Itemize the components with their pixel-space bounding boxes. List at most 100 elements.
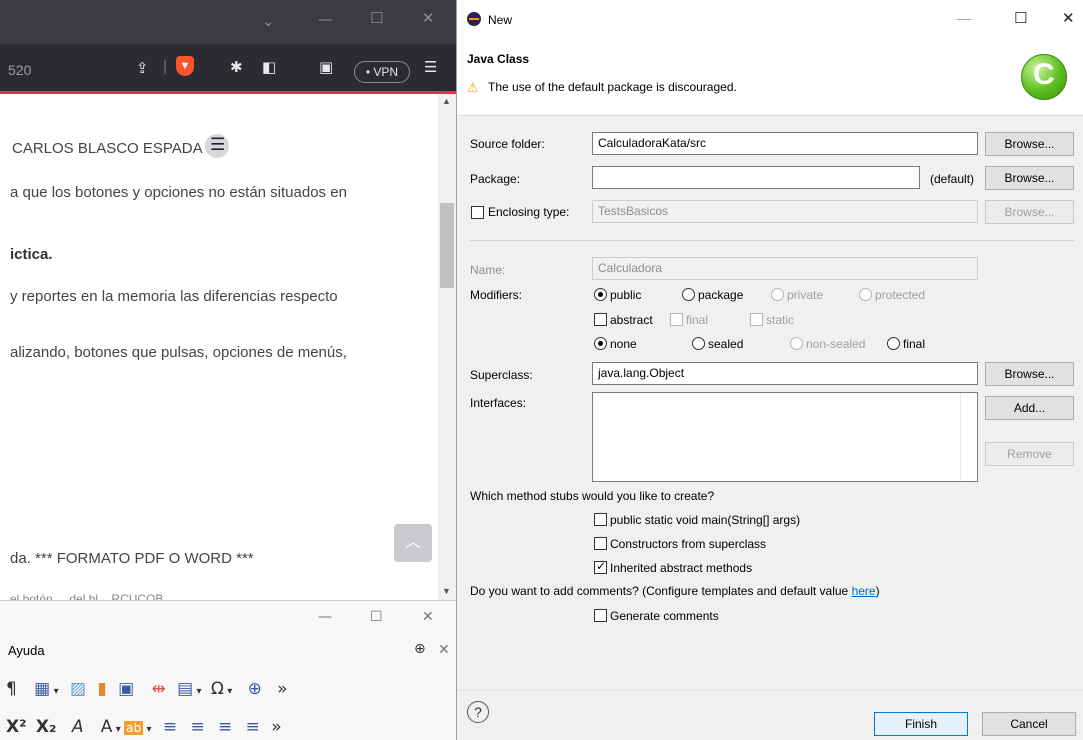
- modifier-final-radio[interactable]: final: [887, 336, 925, 351]
- package-default-label: (default): [930, 172, 975, 186]
- modifier-non-sealed-radio[interactable]: non-sealed: [790, 336, 865, 351]
- package-label: Package:: [470, 172, 521, 186]
- minimize-icon[interactable]: —: [318, 609, 332, 625]
- cancel-button[interactable]: Cancel: [982, 712, 1076, 736]
- enclosing-type-browse-button[interactable]: Browse...: [985, 200, 1074, 224]
- special-character-icon[interactable]: Ω: [211, 679, 224, 699]
- browser-window: ⌄ — ☐ ✕ 520 ⇪ | ▼ ✱ ◧ ▣ • VPN ☰ CARLOS B…: [0, 0, 456, 740]
- scroll-up-icon[interactable]: ▲: [442, 96, 451, 106]
- menu-help[interactable]: Ayuda: [8, 643, 45, 658]
- help-icon[interactable]: ?: [467, 701, 489, 723]
- interfaces-scrollbar[interactable]: [960, 393, 977, 481]
- eclipse-logo-stripe: [469, 18, 479, 20]
- browser-titlebar: ⌄ — ☐ ✕: [0, 0, 456, 44]
- image-icon[interactable]: ▨: [70, 679, 86, 699]
- chevron-down-icon[interactable]: ▾: [146, 724, 151, 735]
- menu-icon[interactable]: ☰: [424, 58, 437, 76]
- superscript-icon[interactable]: X²: [6, 717, 27, 737]
- hyperlink-icon[interactable]: ⊕: [248, 679, 262, 699]
- field-icon[interactable]: ▤: [177, 679, 193, 699]
- maximize-icon[interactable]: ☐: [1014, 9, 1027, 27]
- name-field[interactable]: Calculadora: [592, 257, 978, 280]
- scroll-down-icon[interactable]: ▼: [442, 586, 451, 596]
- modifier-public-radio[interactable]: public: [594, 287, 641, 302]
- name-label: Name:: [470, 263, 506, 277]
- source-folder-browse-button[interactable]: Browse...: [985, 132, 1074, 156]
- share-icon[interactable]: ⇪: [136, 59, 149, 77]
- more-tools-icon[interactable]: »: [271, 717, 281, 737]
- tab-dropdown-icon[interactable]: ⌄: [262, 12, 275, 30]
- justify-icon[interactable]: ≡: [246, 717, 260, 737]
- font-color-icon[interactable]: A: [101, 717, 113, 737]
- page-break-icon[interactable]: ⇹: [151, 679, 165, 699]
- chevron-down-icon[interactable]: ▾: [227, 686, 232, 697]
- new-java-class-dialog: New — ☐ ✕ Java Class ⚠ The use of the de…: [456, 0, 1083, 740]
- remove-interface-button[interactable]: Remove: [985, 442, 1074, 466]
- table-icon[interactable]: ▦: [34, 679, 50, 699]
- stub-main-checkbox[interactable]: public static void main(String[] args): [594, 512, 800, 527]
- package-browse-button[interactable]: Browse...: [985, 166, 1074, 190]
- text-line: ictica.: [10, 246, 53, 263]
- maximize-icon[interactable]: ☐: [370, 9, 383, 27]
- interfaces-list[interactable]: [592, 392, 978, 482]
- enclosing-type-checkbox[interactable]: [471, 206, 484, 219]
- url-bar[interactable]: 520: [8, 62, 31, 78]
- generate-comments-checkbox[interactable]: Generate comments: [594, 608, 719, 623]
- interfaces-label: Interfaces:: [470, 396, 527, 410]
- enclosing-type-field[interactable]: TestsBasicos: [592, 200, 978, 223]
- wallet-icon[interactable]: ▣: [319, 58, 333, 76]
- extensions-icon[interactable]: ✱: [230, 58, 243, 76]
- highlight-icon[interactable]: ab: [124, 721, 144, 735]
- scrollbar-thumb[interactable]: [440, 203, 454, 288]
- superclass-browse-button[interactable]: Browse...: [985, 362, 1074, 386]
- chevron-down-icon[interactable]: ▾: [116, 724, 121, 735]
- align-center-icon[interactable]: ≡: [190, 717, 204, 737]
- back-to-top-button[interactable]: ︿: [394, 524, 432, 562]
- close-icon[interactable]: ✕: [1062, 9, 1075, 27]
- sidebar-icon[interactable]: ◧: [262, 58, 276, 76]
- modifier-protected-radio[interactable]: protected: [859, 287, 925, 302]
- superclass-field[interactable]: java.lang.Object: [592, 362, 978, 385]
- chart-icon[interactable]: ▮: [97, 679, 106, 699]
- package-field[interactable]: [592, 166, 920, 189]
- source-folder-field[interactable]: CalculadoraKata/src: [592, 132, 978, 155]
- close-icon[interactable]: ✕: [422, 609, 434, 625]
- stub-constructors-checkbox[interactable]: Constructors from superclass: [594, 536, 766, 551]
- stub-inherited-abstract-checkbox[interactable]: ✓ Inherited abstract methods: [594, 559, 752, 575]
- align-left-icon[interactable]: ≡: [163, 717, 177, 737]
- vpn-button[interactable]: • VPN: [354, 61, 410, 83]
- modifier-private-radio[interactable]: private: [771, 287, 823, 302]
- dialog-titlebar: New — ☐ ✕: [457, 0, 1083, 40]
- globe-icon[interactable]: ⊕: [414, 641, 426, 657]
- subscript-icon[interactable]: X₂: [36, 717, 57, 737]
- dialog-title: New: [488, 13, 513, 27]
- clear-formatting-icon[interactable]: A: [72, 717, 84, 737]
- minimize-icon[interactable]: —: [957, 10, 971, 26]
- more-tools-icon[interactable]: »: [277, 679, 287, 699]
- textbox-icon[interactable]: ▣: [118, 679, 134, 699]
- pilcrow-icon[interactable]: ¶: [6, 679, 17, 699]
- close-menu-icon[interactable]: ✕: [438, 642, 450, 658]
- writer-window: — ☐ ✕ Ayuda ⊕ ✕ ¶ ▦ ▾ ▨ ▮ ▣ ⇹ ▤ ▾ Ω ▾ ⊕ …: [0, 600, 456, 740]
- close-icon[interactable]: ✕: [422, 9, 435, 27]
- finish-button[interactable]: Finish: [874, 712, 968, 736]
- chevron-down-icon[interactable]: ▾: [196, 686, 201, 697]
- modifier-static-checkbox[interactable]: static: [750, 312, 794, 327]
- browser-toolbar: 520 ⇪ | ▼ ✱ ◧ ▣ • VPN ☰: [0, 44, 456, 94]
- brave-shield-icon[interactable]: ▼: [176, 56, 194, 76]
- modifier-final-checkbox[interactable]: final: [670, 312, 708, 327]
- method-stubs-question: Which method stubs would you like to cre…: [470, 489, 715, 503]
- maximize-icon[interactable]: ☐: [370, 609, 383, 625]
- modifier-abstract-checkbox[interactable]: abstract: [594, 312, 653, 327]
- modifier-sealed-radio[interactable]: sealed: [692, 336, 743, 351]
- add-interface-button[interactable]: Add...: [985, 396, 1074, 420]
- user-menu-icon[interactable]: ☰: [210, 135, 225, 155]
- modifier-none-radio[interactable]: none: [594, 336, 637, 351]
- toolbar-row-2: X² X₂ A A ▾ ab ▾ ≡ ≡ ≡ ≡ »: [6, 717, 282, 737]
- align-right-icon[interactable]: ≡: [218, 717, 232, 737]
- modifier-package-radio[interactable]: package: [682, 287, 743, 302]
- minimize-icon[interactable]: —: [318, 10, 333, 28]
- chevron-down-icon[interactable]: ▾: [54, 686, 59, 697]
- scrollbar[interactable]: [438, 94, 456, 600]
- configure-templates-link[interactable]: here: [852, 584, 876, 598]
